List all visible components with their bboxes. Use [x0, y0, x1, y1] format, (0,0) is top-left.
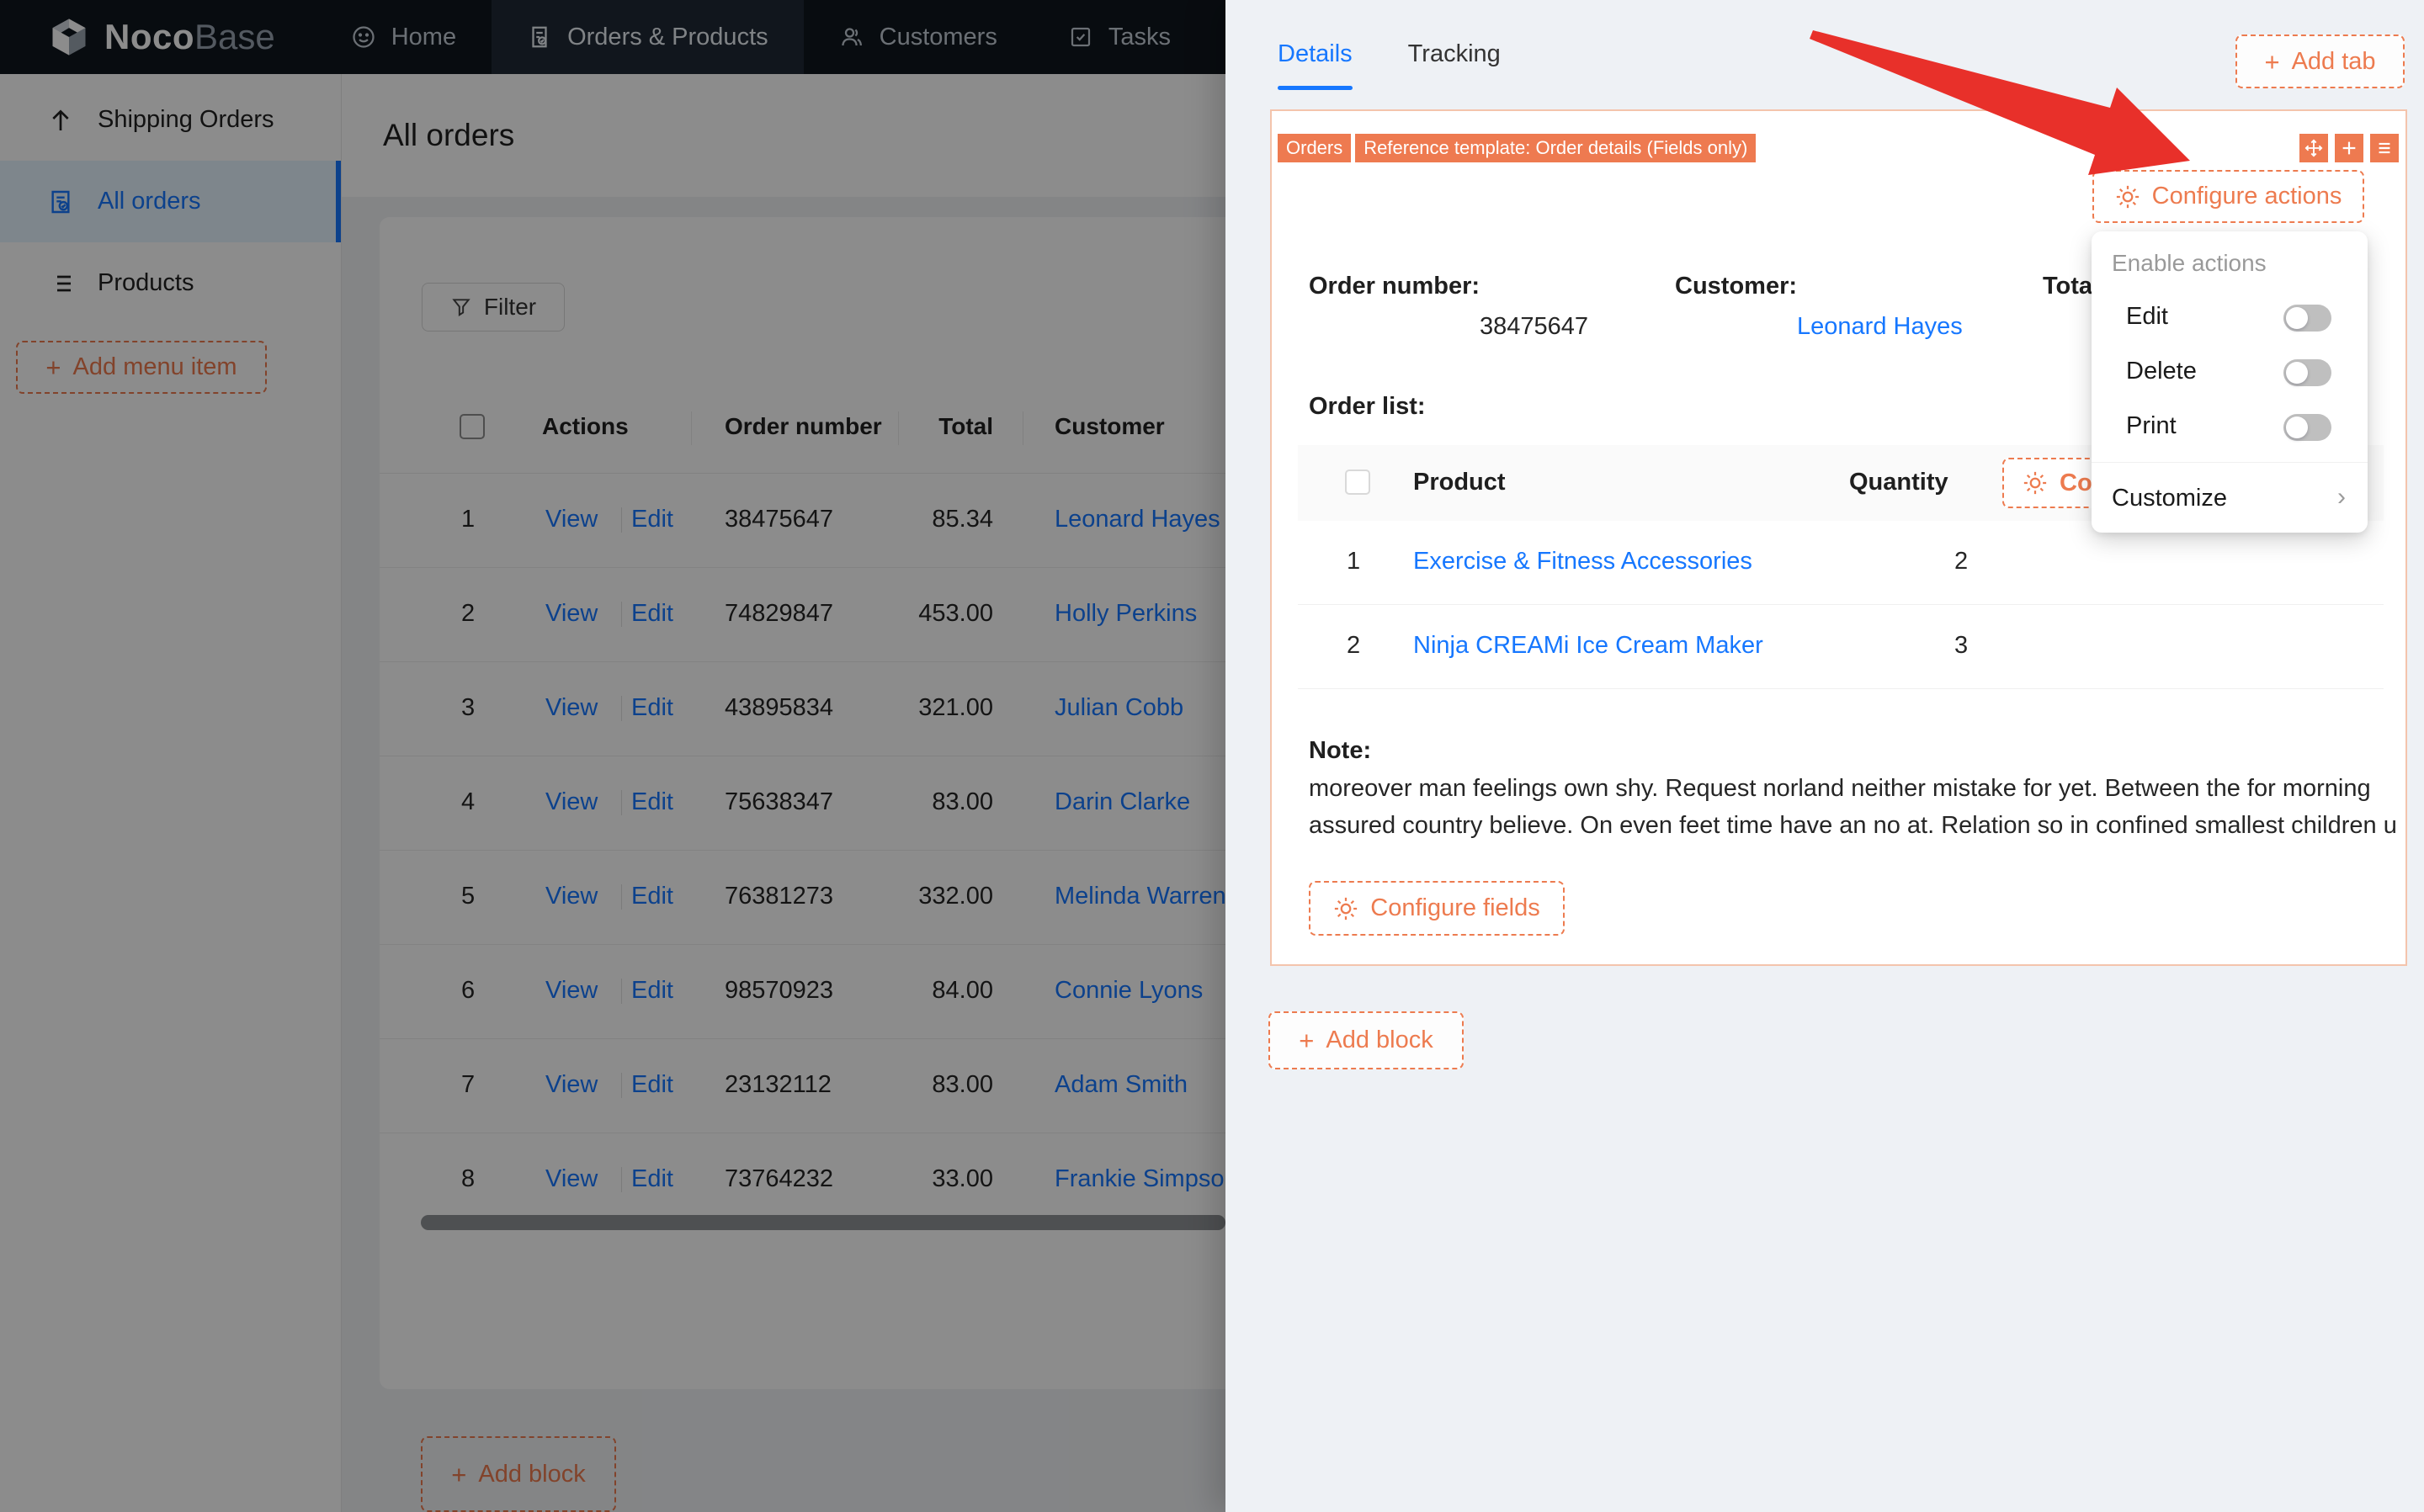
- block-toolbar: [2299, 134, 2399, 162]
- tab-details[interactable]: Details: [1278, 40, 1353, 90]
- quantity-cell: 2: [1954, 548, 1969, 575]
- order-list-label: Order list:: [1309, 393, 1426, 420]
- configure-actions-label: Configure actions: [2151, 183, 2342, 210]
- dropdown-item-edit[interactable]: Edit: [2092, 290, 2368, 345]
- field-label: Order number:: [1309, 273, 1480, 300]
- configure-columns-label: Co: [2060, 469, 2092, 496]
- chevron-right-icon: ›: [2337, 483, 2346, 511]
- screen: NocoBase Home Orders & Products Customer…: [0, 0, 2424, 1512]
- collection-badge: Orders: [1278, 134, 1352, 162]
- field-label: Customer:: [1675, 273, 1798, 300]
- gear-icon: [2023, 471, 2047, 495]
- add-tab-button[interactable]: + Add tab: [2235, 34, 2405, 88]
- field-value: 38475647: [1480, 313, 1589, 340]
- dropdown-item-label: Print: [2126, 412, 2177, 439]
- row-index: 2: [1347, 632, 1361, 659]
- dropdown-group-label: Enable actions: [2112, 250, 2267, 276]
- configure-actions-button[interactable]: Configure actions: [2092, 170, 2364, 223]
- drawer-overlay-mask[interactable]: [0, 0, 1225, 1512]
- row-index: 1: [1347, 548, 1361, 575]
- block-badges: Orders Reference template: Order details…: [1278, 134, 1757, 162]
- order-list-row[interactable]: 2 Ninja CREAMi Ice Cream Maker 3: [1298, 605, 2384, 689]
- field-order-number: Order number: 38475647: [1309, 273, 1662, 340]
- template-badge: Reference template: Order details (Field…: [1355, 134, 1757, 162]
- customer-value-link[interactable]: Leonard Hayes: [1797, 313, 1963, 341]
- col-header-quantity: Quantity: [1849, 469, 1948, 496]
- note-text-line: moreover man feelings own shy. Request n…: [1309, 775, 2371, 802]
- note-label: Note:: [1309, 737, 1372, 764]
- dropdown-item-label: Edit: [2126, 303, 2168, 330]
- note-text-line: assured country believe. On even feet ti…: [1309, 812, 2397, 839]
- col-header-product: Product: [1413, 469, 1506, 496]
- main-app-region: NocoBase Home Orders & Products Customer…: [0, 0, 1225, 1512]
- details-drawer: Details Tracking + Add tab Orders Refere…: [1225, 0, 2424, 1512]
- add-tab-label: Add tab: [2291, 47, 2376, 75]
- block-menu-icon[interactable]: [2370, 134, 2399, 162]
- configure-actions-dropdown: Enable actions Edit Delete Print Customi…: [2092, 231, 2368, 533]
- order-list-row[interactable]: 1 Exercise & Fitness Accessories 2: [1298, 521, 2384, 605]
- drawer-tabs: Details Tracking: [1278, 40, 1501, 90]
- add-block-button[interactable]: + Add block: [1268, 1011, 1464, 1069]
- plus-icon: +: [1299, 1026, 1315, 1055]
- dropdown-item-label: Delete: [2126, 358, 2197, 385]
- add-icon[interactable]: [2335, 134, 2363, 162]
- dropdown-item-customize[interactable]: Customize ›: [2092, 463, 2368, 533]
- gear-icon: [1335, 897, 1358, 920]
- product-link[interactable]: Exercise & Fitness Accessories: [1413, 548, 1752, 576]
- tab-tracking[interactable]: Tracking: [1408, 40, 1501, 90]
- configure-fields-label: Configure fields: [1370, 894, 1540, 921]
- product-link[interactable]: Ninja CREAMi Ice Cream Maker: [1413, 632, 1763, 660]
- dropdown-item-delete[interactable]: Delete: [2092, 345, 2368, 400]
- drag-move-icon[interactable]: [2299, 134, 2328, 162]
- configure-fields-button[interactable]: Configure fields: [1309, 881, 1565, 936]
- plus-icon: +: [2264, 46, 2280, 77]
- quantity-cell: 3: [1954, 632, 1969, 659]
- gear-icon: [2116, 185, 2139, 208]
- add-block-label: Add block: [1326, 1027, 1433, 1053]
- edit-toggle[interactable]: [2283, 305, 2331, 332]
- customize-label: Customize: [2112, 485, 2227, 512]
- delete-toggle[interactable]: [2283, 359, 2331, 386]
- select-all-checkbox[interactable]: [1345, 470, 1370, 495]
- dropdown-item-print[interactable]: Print: [2092, 400, 2368, 454]
- print-toggle[interactable]: [2283, 414, 2331, 441]
- field-customer: Customer: Leonard Hayes: [1675, 273, 2028, 340]
